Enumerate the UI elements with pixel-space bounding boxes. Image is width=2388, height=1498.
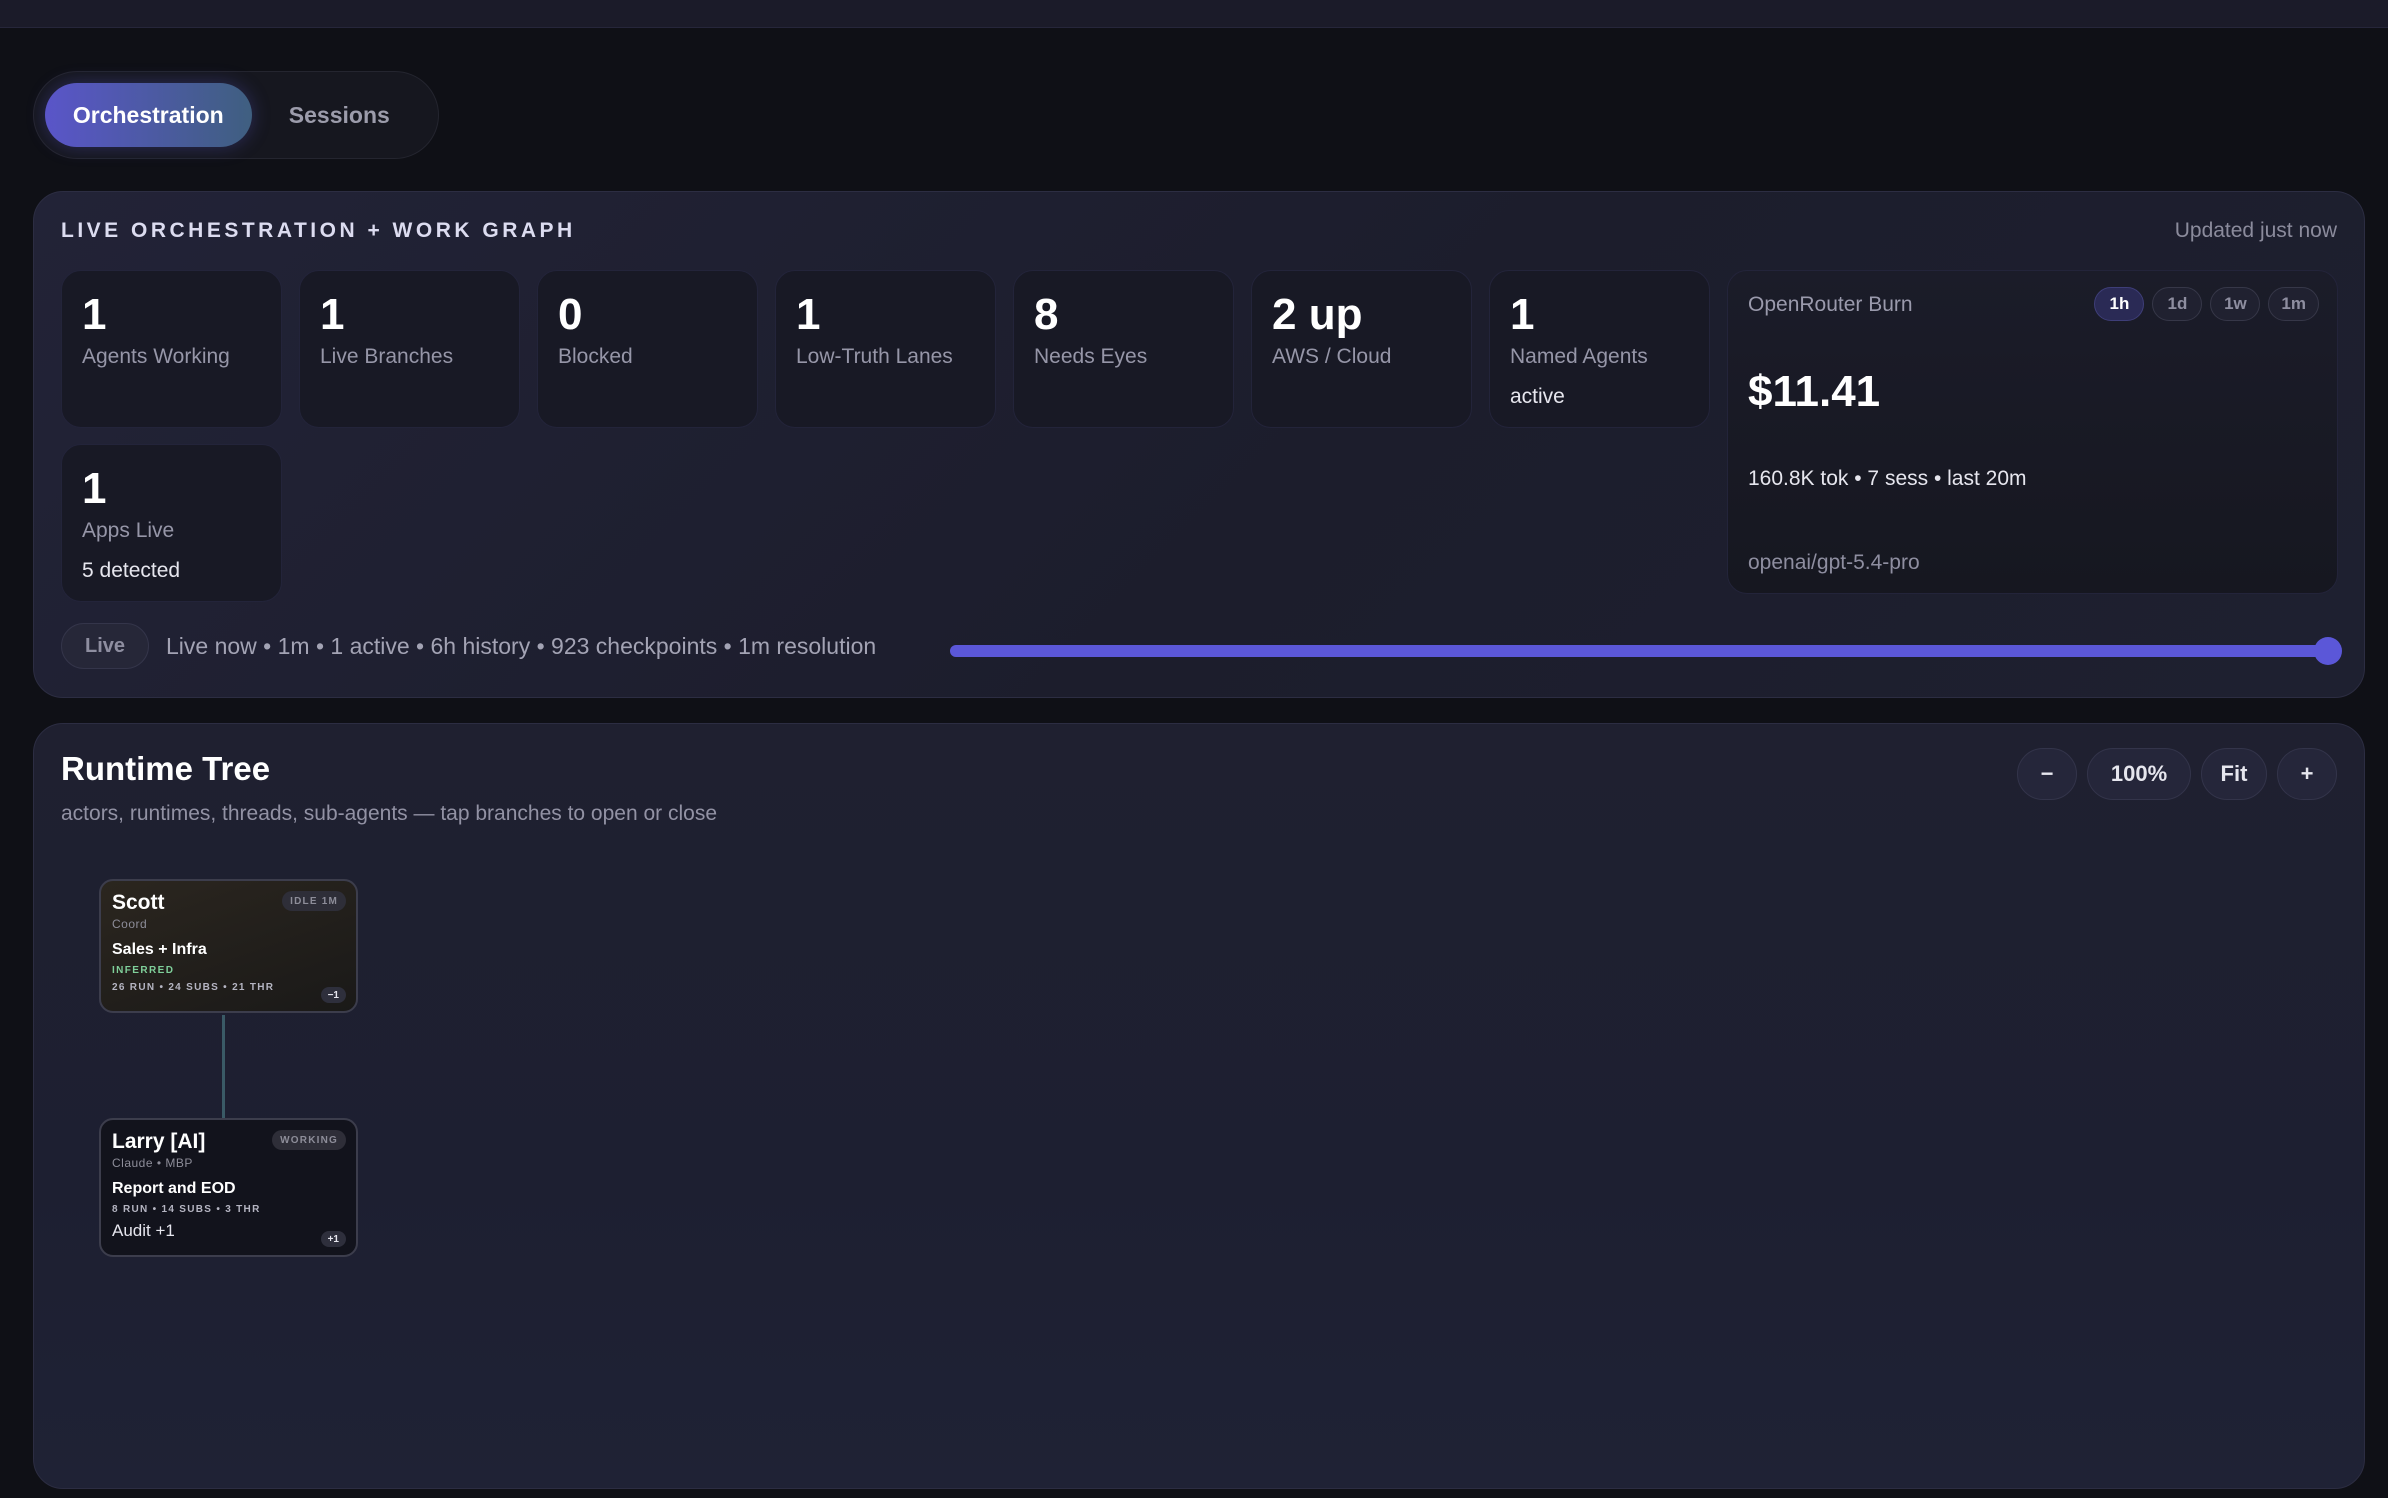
stat-needs-eyes[interactable]: 8 Needs Eyes [1013,270,1234,428]
burn-title: OpenRouter Burn [1748,293,1913,316]
burn-meta: 160.8K tok • 7 sess • last 20m [1748,467,2027,490]
stat-named-agents[interactable]: 1 Named Agents active [1489,270,1710,428]
stat-sub: 5 detected [82,559,181,582]
live-status-text: Live now • 1m • 1 active • 6h history • … [166,633,877,659]
node-extra: Audit +1 [112,1221,175,1240]
tree-node-larry[interactable]: Larry [AI] WORKING Claude • MBP Report a… [99,1118,358,1257]
node-stats: 26 RUN • 24 SUBS • 21 THR [112,982,275,993]
zoom-out-button[interactable]: − [2017,748,2077,800]
range-1m[interactable]: 1m [2268,287,2319,321]
live-button[interactable]: Live [61,623,149,669]
stat-label: Apps Live [82,519,175,542]
tree-node-scott[interactable]: Scott IDLE 1M Coord Sales + Infra INFERR… [99,879,358,1013]
stat-value: 8 [1034,290,1059,339]
stat-value: 1 [796,290,821,339]
fit-button[interactable]: Fit [2201,748,2267,800]
range-1w[interactable]: 1w [2210,287,2261,321]
node-role: Claude • MBP [112,1156,193,1170]
stat-blocked[interactable]: 0 Blocked [537,270,758,428]
runtime-tree-subtitle: actors, runtimes, threads, sub-agents — … [61,802,718,825]
runtime-tree-panel: Runtime Tree actors, runtimes, threads, … [33,723,2365,1489]
tab-sessions[interactable]: Sessions [252,83,427,147]
zoom-controls: − 100% Fit + [2017,748,2337,800]
top-bar [0,0,2388,28]
node-task: Report and EOD [112,1180,236,1197]
stat-label: Agents Working [82,345,230,368]
zoom-level-button[interactable]: 100% [2087,748,2191,800]
orchestration-panel: LIVE ORCHESTRATION + WORK GRAPH Updated … [33,191,2365,698]
stat-label: Blocked [558,345,633,368]
collapse-toggle[interactable]: −1 [320,987,346,1003]
timeline-slider-thumb[interactable] [2314,637,2342,665]
expand-toggle[interactable]: +1 [320,1231,346,1247]
burn-amount: $11.41 [1748,367,1881,416]
stat-live-branches[interactable]: 1 Live Branches [299,270,520,428]
range-1h[interactable]: 1h [2094,287,2145,321]
range-1d[interactable]: 1d [2152,287,2203,321]
updated-status: Updated just now [2174,219,2337,242]
stat-label: AWS / Cloud [1272,345,1392,368]
panel-title: LIVE ORCHESTRATION + WORK GRAPH [61,219,576,242]
stat-aws-cloud[interactable]: 2 up AWS / Cloud [1251,270,1472,428]
node-stats: 8 RUN • 14 SUBS • 3 THR [112,1204,261,1215]
node-tag: INFERRED [112,965,175,976]
stat-agents-working[interactable]: 1 Agents Working [61,270,282,428]
stat-value: 2 up [1272,290,1363,339]
stat-label: Needs Eyes [1034,345,1148,368]
burn-range-selector: 1h 1d 1w 1m [2094,287,2319,321]
node-task: Sales + Infra [112,941,207,958]
openrouter-burn-card: OpenRouter Burn 1h 1d 1w 1m $11.41 160.8… [1727,270,2338,594]
stat-sub: active [1510,385,1565,408]
runtime-tree-title: Runtime Tree [61,750,271,787]
view-tabs: Orchestration Sessions [33,71,439,159]
node-status-badge: IDLE 1M [282,891,346,911]
burn-model: openai/gpt-5.4-pro [1748,551,1920,574]
stat-value: 0 [558,290,583,339]
stat-value: 1 [82,464,107,513]
node-status-badge: WORKING [272,1130,346,1150]
timeline-slider-fill [950,645,2328,657]
stat-low-truth-lanes[interactable]: 1 Low-Truth Lanes [775,270,996,428]
tab-orchestration[interactable]: Orchestration [45,83,252,147]
timeline-slider[interactable] [950,637,2342,665]
stat-value: 1 [320,290,345,339]
stat-value: 1 [82,290,107,339]
tree-connector [222,1015,225,1118]
stat-label: Live Branches [320,345,454,368]
stat-apps-live[interactable]: 1 Apps Live 5 detected [61,444,282,602]
stat-label: Named Agents [1510,345,1648,368]
zoom-in-button[interactable]: + [2277,748,2337,800]
stat-value: 1 [1510,290,1535,339]
stat-label: Low-Truth Lanes [796,345,953,368]
node-role: Coord [112,917,148,931]
